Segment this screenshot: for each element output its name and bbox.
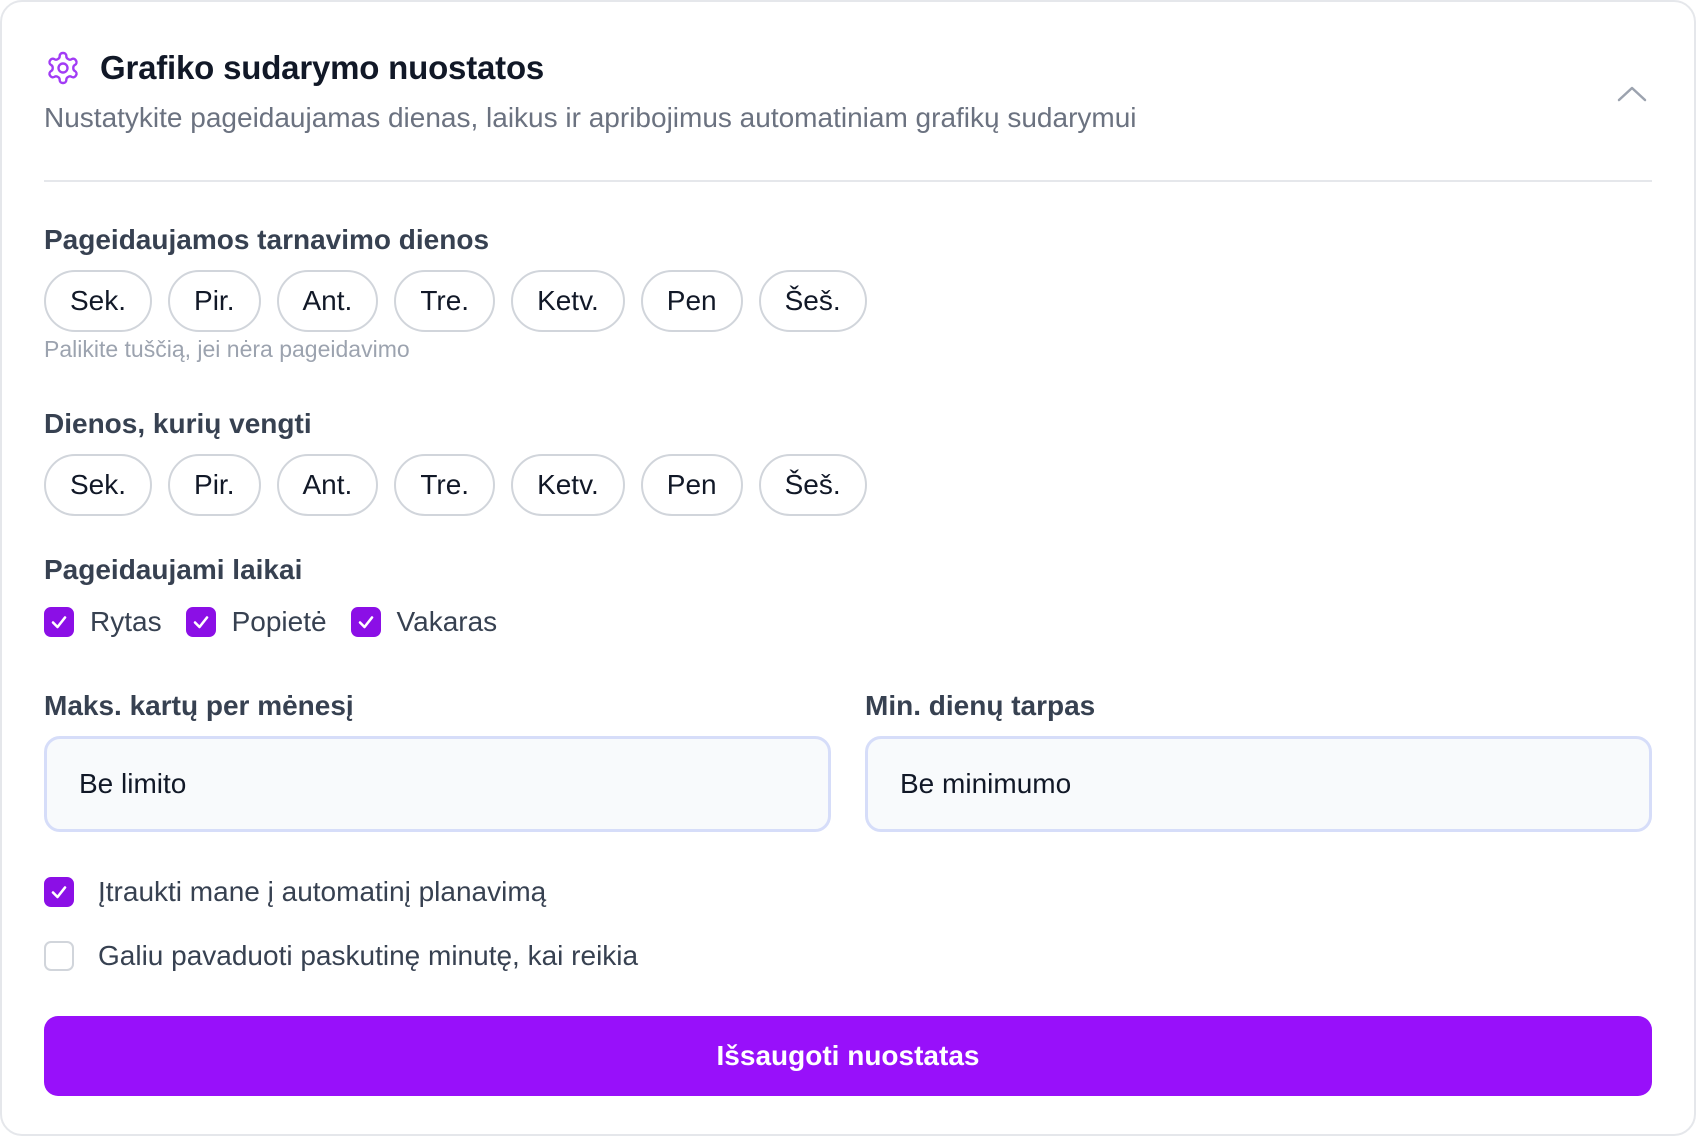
preferred-day-wed[interactable]: Tre. — [394, 270, 496, 332]
preferred-days-section: Pageidaujamos tarnavimo dienos Sek. Pir.… — [44, 224, 867, 363]
check-icon — [51, 886, 67, 899]
min-gap-field: Min. dienų tarpas Be minimumo — [865, 690, 1652, 832]
morning-checkbox[interactable] — [44, 607, 74, 637]
max-per-month-label: Maks. kartų per mėnesį — [44, 690, 354, 721]
auto-planning-label: Įtraukti mane į automatinį planavimą — [98, 876, 547, 907]
check-icon — [358, 616, 373, 629]
auto-planning-option: Įtraukti mane į automatinį planavimą — [44, 876, 546, 908]
avoid-days-section: Dienos, kurių vengti Sek. Pir. Ant. Tre.… — [44, 408, 867, 516]
avoid-day-fri[interactable]: Pen — [640, 454, 743, 516]
avoid-day-tue[interactable]: Ant. — [276, 454, 379, 516]
chevron-up-icon — [1617, 86, 1647, 102]
scheduling-preferences-card: Grafiko sudarymo nuostatos Nustatykite p… — [0, 0, 1696, 1136]
max-per-month-input[interactable]: Be limito — [44, 736, 831, 832]
afternoon-checkbox[interactable] — [185, 607, 216, 637]
save-button[interactable]: Išsaugoti nuostatas — [44, 1016, 1652, 1096]
min-gap-input[interactable]: Be minimumo — [865, 736, 1652, 832]
avoid-day-wed[interactable]: Tre. — [394, 454, 496, 516]
min-gap-value: Be minimumo — [900, 768, 1072, 799]
last-minute-checkbox[interactable] — [44, 941, 74, 971]
preferred-day-mon[interactable]: Pir. — [168, 270, 261, 332]
max-per-month-value: Be limito — [79, 768, 187, 799]
afternoon-label: Popietė — [231, 606, 327, 637]
avoid-day-mon[interactable]: Pir. — [168, 454, 261, 516]
last-minute-option: Galiu pavaduoti paskutinę minutę, kai re… — [44, 940, 638, 972]
preferred-days-label: Pageidaujamos tarnavimo dienos — [44, 224, 490, 255]
card-header: Grafiko sudarymo nuostatos Nustatykite p… — [44, 2, 1652, 182]
collapse-button[interactable] — [1612, 74, 1652, 114]
preferred-days-hint: Palikite tuščią, jei nėra pageidavimo — [44, 336, 410, 362]
avoid-day-sat[interactable]: Šeš. — [758, 454, 867, 516]
avoid-day-thu[interactable]: Ketv. — [511, 454, 625, 516]
evening-checkbox[interactable] — [350, 607, 381, 637]
limits-fields: Maks. kartų per mėnesį Be limito Min. di… — [44, 690, 1652, 832]
morning-label: Rytas — [90, 606, 162, 637]
card-title: Grafiko sudarymo nuostatos — [100, 49, 545, 86]
preferred-day-fri[interactable]: Pen — [640, 270, 743, 332]
preferred-times-section: Pageidaujami laikai Rytas Popietė Vakara… — [44, 554, 497, 638]
max-per-month-field: Maks. kartų per mėnesį Be limito — [44, 690, 831, 832]
check-icon — [193, 616, 208, 629]
preferred-times-label: Pageidaujami laikai — [44, 554, 303, 585]
preferred-day-sat[interactable]: Šeš. — [758, 270, 867, 332]
auto-planning-checkbox[interactable] — [44, 877, 74, 907]
check-icon — [51, 616, 67, 629]
preferred-day-thu[interactable]: Ketv. — [511, 270, 625, 332]
gear-icon — [44, 49, 82, 87]
preferred-day-sun[interactable]: Sek. — [44, 270, 153, 332]
preferred-day-tue[interactable]: Ant. — [276, 270, 379, 332]
last-minute-label: Galiu pavaduoti paskutinę minutę, kai re… — [98, 940, 639, 971]
min-gap-label: Min. dienų tarpas — [865, 690, 1096, 721]
avoid-days-label: Dienos, kurių vengti — [44, 408, 312, 439]
evening-label: Vakaras — [396, 606, 498, 637]
avoid-day-sun[interactable]: Sek. — [44, 454, 153, 516]
card-subtitle: Nustatykite pageidaujamas dienas, laikus… — [44, 102, 1137, 133]
